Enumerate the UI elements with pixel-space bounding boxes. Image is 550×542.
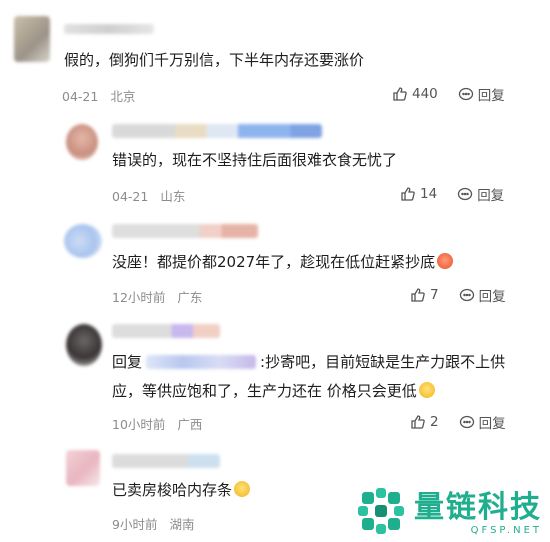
comment-text: 回复 :抄寄吧，目前短缺是生产力跟不上供 应，等供应饱和了，生产力还在 价格只会更… xyxy=(112,348,505,406)
comment-location: 山东 xyxy=(160,189,186,204)
comment-text-content: 没座！都提价都2027年了，趁现在低位赶紧抄底 xyxy=(112,253,436,271)
watermark-url: QFSP.NET xyxy=(470,525,542,536)
thumbs-up-icon xyxy=(411,288,425,302)
comment-meta: 12小时前 广东 xyxy=(112,287,210,306)
comment-meta: 10小时前 广西 xyxy=(112,414,210,433)
comment-date: 04-21 xyxy=(112,189,149,204)
watermark: 量链科技 QFSP.NET xyxy=(356,486,542,536)
comment-location: 北京 xyxy=(110,89,136,104)
comment-actions: 2 回复 xyxy=(410,412,506,432)
reply-button[interactable]: 回复 xyxy=(458,84,505,104)
comment-meta: 04-21 山东 xyxy=(112,186,193,205)
username-blurred[interactable] xyxy=(112,454,220,468)
comment-text-line1: :抄寄吧，目前短缺是生产力跟不上供 xyxy=(260,353,506,371)
watermark-text: 量链科技 QFSP.NET xyxy=(414,490,542,537)
like-button[interactable]: 2 xyxy=(410,414,439,430)
avatar[interactable] xyxy=(14,16,50,62)
reply-button[interactable]: 回复 xyxy=(459,285,506,305)
avatar[interactable] xyxy=(66,124,98,160)
watermark-title: 量链科技 xyxy=(414,490,542,525)
avatar[interactable] xyxy=(64,224,102,258)
username-blurred[interactable] xyxy=(112,224,258,238)
chain-logo-icon xyxy=(358,488,404,534)
avatar[interactable] xyxy=(66,450,100,486)
comment-meta: 9小时前 湖南 xyxy=(112,514,202,533)
comment-text: 没座！都提价都2027年了，趁现在低位赶紧抄底 xyxy=(112,248,454,277)
comment-text-content: 已卖房梭哈内存条 xyxy=(112,481,233,499)
comment-date: 9小时前 xyxy=(112,517,158,532)
comment-actions: 14 回复 xyxy=(400,184,504,204)
speech-bubble-icon xyxy=(459,415,474,429)
reply-button[interactable]: 回复 xyxy=(459,412,506,432)
speech-bubble-icon xyxy=(458,187,473,201)
like-button[interactable]: 7 xyxy=(410,287,439,303)
grinning-face-emoji xyxy=(234,481,251,497)
comment-text: 已卖房梭哈内存条 xyxy=(112,476,251,505)
avatar[interactable] xyxy=(66,324,102,366)
like-button[interactable]: 14 xyxy=(400,186,437,202)
reply-prefix: 回复 xyxy=(112,353,143,371)
username-blurred[interactable] xyxy=(112,124,322,138)
speech-bubble-icon xyxy=(459,288,474,302)
grinning-face-emoji xyxy=(437,253,454,269)
comment-text-line2: 应，等供应饱和了，生产力还在 价格只会更低 xyxy=(112,382,417,400)
username-blurred[interactable] xyxy=(64,24,154,34)
thumbs-up-icon xyxy=(393,87,407,101)
reply-label: 回复 xyxy=(478,416,506,432)
like-count: 7 xyxy=(430,287,439,303)
comment-date: 12小时前 xyxy=(112,290,166,305)
comment-date: 10小时前 xyxy=(112,417,166,432)
comment-location: 广东 xyxy=(177,290,203,305)
like-count: 14 xyxy=(420,186,438,202)
like-button[interactable]: 440 xyxy=(392,86,438,102)
reply-label: 回复 xyxy=(478,289,506,305)
comment-location: 广西 xyxy=(177,417,203,432)
comment-item: 错误的，现在不坚持住后面很难衣食无忧了 04-21 山东 14 回复 xyxy=(0,110,550,210)
comment-text: 错误的，现在不坚持住后面很难衣食无忧了 xyxy=(112,151,398,169)
thumbs-up-icon xyxy=(401,187,415,201)
reply-button[interactable]: 回复 xyxy=(457,184,504,204)
speech-bubble-icon xyxy=(458,87,473,101)
username-blurred[interactable] xyxy=(112,324,220,338)
comment-date: 04-21 xyxy=(62,89,99,104)
comment-text: 假的，倒狗们千万别信，下半年内存还要涨价 xyxy=(64,51,365,69)
comment-item: 回复 :抄寄吧，目前短缺是生产力跟不上供 应，等供应饱和了，生产力还在 价格只会更… xyxy=(0,310,550,440)
grinning-face-emoji xyxy=(418,382,435,398)
comment-item: 假的，倒狗们千万别信，下半年内存还要涨价 04-21 北京 440 回复 xyxy=(0,0,550,110)
comment-actions: 7 回复 xyxy=(410,285,506,305)
like-count: 2 xyxy=(430,414,439,430)
like-count: 440 xyxy=(412,86,438,102)
reply-label: 回复 xyxy=(477,188,505,204)
comment-feed: 假的，倒狗们千万别信，下半年内存还要涨价 04-21 北京 440 回复 错误的… xyxy=(0,0,550,542)
mentioned-user-blurred[interactable] xyxy=(146,355,257,369)
comment-location: 湖南 xyxy=(169,517,195,532)
comment-actions: 440 回复 xyxy=(392,84,505,104)
thumbs-up-icon xyxy=(411,415,425,429)
comment-item: 没座！都提价都2027年了，趁现在低位赶紧抄底 12小时前 广东 7 回复 xyxy=(0,210,550,310)
comment-meta: 04-21 北京 xyxy=(62,86,143,105)
reply-label: 回复 xyxy=(477,88,505,104)
